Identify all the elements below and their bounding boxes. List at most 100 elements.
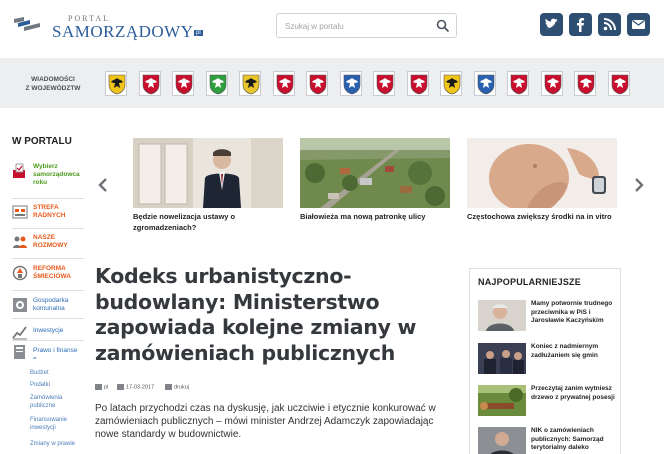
regions-label-line2: Z WOJEWÓDZTW: [25, 85, 81, 92]
popular-item[interactable]: NIK o zamówieniach publicznych: Samorząd…: [478, 427, 618, 454]
interview-icon: [13, 236, 27, 248]
region-crest-mazowieckie[interactable]: [306, 71, 328, 96]
region-crest-wielkopolskie[interactable]: [574, 71, 596, 96]
coat-of-arms-icon: [443, 74, 461, 95]
carousel-next-arrow-icon[interactable]: [634, 178, 644, 192]
article-title: Kodeks urbanistyczno-budowlany: Minister…: [95, 264, 417, 365]
sidebar-subitem-zamowienia[interactable]: Zamówienia publiczne: [30, 394, 86, 410]
region-crest-dolnoslaskie[interactable]: [105, 71, 127, 96]
coat-of-arms-icon: [510, 74, 528, 95]
sidebar-divider: [12, 318, 84, 319]
popular-item[interactable]: Przeczytaj zanim wytniesz drzewo z prywa…: [478, 385, 618, 421]
sidebar-item-label: Inwestycje: [33, 327, 64, 334]
search-box: [276, 13, 457, 38]
popular-item-text[interactable]: Przeczytaj zanim wytniesz drzewo z prywa…: [531, 385, 621, 402]
regions-label: WIADOMOŚCI Z WOJEWÓDZTW: [22, 75, 84, 93]
coat-of-arms-icon: [577, 74, 595, 95]
sidebar-subitem-zmiany[interactable]: Zmiany w prawie: [30, 440, 86, 448]
logo-brand-text: SAMORZĄDOWY: [52, 22, 194, 41]
popular-item-text[interactable]: Mamy potwornie trudnego przeciwnika w Pi…: [531, 300, 621, 326]
sidebar-subitem-podatki[interactable]: Podatki: [30, 381, 86, 389]
site-header: PORTAL SAMORZĄDOWY pl: [0, 0, 664, 52]
recycle-icon: [12, 265, 28, 281]
print-icon: [165, 384, 172, 390]
popular-thumb-speaker: [478, 427, 526, 454]
search-input[interactable]: [285, 19, 435, 33]
regions-label-line1: WIADOMOŚCI: [31, 76, 75, 83]
region-crest-malopolskie[interactable]: [273, 71, 295, 96]
council-icon: [12, 205, 28, 219]
popular-panel: NAJPOPULARNIEJSZE Mamy potwornie trudneg…: [469, 268, 621, 454]
site-logo[interactable]: PORTAL SAMORZĄDOWY pl: [12, 10, 203, 41]
popular-item-text[interactable]: Koniec z nadmiernym zadłużaniem się gmin: [531, 343, 621, 360]
card-photo-pregnancy: [467, 138, 617, 208]
meta-lang-text: pl: [104, 384, 109, 391]
coat-of-arms-icon: [544, 74, 562, 95]
twitter-button[interactable]: [540, 13, 563, 36]
search-icon[interactable]: [436, 19, 450, 33]
region-crest-lubuskie[interactable]: [206, 71, 228, 96]
sidebar-item-label: STREFA RADNYCH: [33, 204, 66, 219]
sidebar-item-samorzadowiec[interactable]: Wybierz samorządowca roku: [12, 163, 87, 195]
card-caption[interactable]: Będzie nowelizacja ustawy o zgromadzenia…: [133, 212, 283, 233]
region-crest-lodzkie[interactable]: [239, 71, 261, 96]
sidebar-subitem-finansowanie[interactable]: Finansowanie inwestycji: [30, 416, 86, 432]
sidebar-item-label: NASZE ROZMOWY: [33, 234, 68, 249]
sidebar-item-strefa-radnych[interactable]: STREFA RADNYCH: [12, 204, 87, 236]
region-crest-kujawsko-pomorskie[interactable]: [139, 71, 161, 96]
article-print-link[interactable]: drukuj: [165, 384, 189, 394]
coat-of-arms-icon: [309, 74, 327, 95]
coat-of-arms-icon: [343, 74, 361, 95]
email-icon: [632, 20, 645, 29]
coat-of-arms-icon: [142, 74, 160, 95]
sidebar-subitem-budzet[interactable]: Budżet: [30, 369, 86, 377]
popular-item[interactable]: Koniec z nadmiernym zadłużaniem się gmin: [478, 343, 618, 379]
chart-up-icon: [12, 326, 27, 340]
sidebar-item-nasze-rozmowy[interactable]: NASZE ROZMOWY: [12, 234, 87, 266]
sidebar-item-label: Gospodarka komunalna: [33, 297, 69, 312]
sidebar-item-label: Wybierz samorządowca roku: [33, 163, 80, 186]
region-crest-opolskie[interactable]: [340, 71, 362, 96]
card-photo-president: [133, 138, 283, 208]
twitter-icon: [545, 18, 558, 29]
sidebar-divider: [12, 228, 84, 229]
region-crest-podkarpackie[interactable]: [373, 71, 395, 96]
expand-marker: =: [33, 356, 37, 362]
region-crest-podlaskie[interactable]: [407, 71, 429, 96]
coat-of-arms-icon: [611, 74, 629, 95]
popular-item-text[interactable]: NIK o zamówieniach publicznych: Samorząd…: [531, 427, 621, 453]
facebook-icon: [577, 18, 585, 32]
meta-print-text[interactable]: drukuj: [174, 384, 189, 390]
ballot-icon: [13, 163, 25, 178]
meta-date-text: 17-03-2017: [126, 384, 155, 391]
region-crest-lubelskie[interactable]: [172, 71, 194, 96]
card-photo-village: [300, 138, 450, 208]
region-crest-zachodniopomorskie[interactable]: [608, 71, 630, 96]
calendar-icon: [117, 384, 124, 390]
popular-thumb-meeting: [478, 343, 526, 374]
card-caption[interactable]: Częstochowa zwiększy środki na in vitro: [467, 212, 617, 223]
coat-of-arms-icon: [276, 74, 294, 95]
coat-of-arms-icon: [209, 74, 227, 95]
popular-item[interactable]: Mamy potwornie trudnego przeciwnika w Pi…: [478, 300, 618, 336]
sidebar-item-reforma-smieciowa[interactable]: REFORMA ŚMIECIOWA: [12, 265, 87, 297]
article-meta-lang: pl: [95, 384, 108, 394]
region-crest-slaskie[interactable]: [474, 71, 496, 96]
region-crest-swietokrzyskie[interactable]: [507, 71, 529, 96]
facebook-button[interactable]: [569, 13, 592, 36]
coat-of-arms-icon: [242, 74, 260, 95]
sidebar-divider: [12, 198, 84, 199]
article-meta-date: 17-03-2017: [117, 384, 154, 394]
law-book-icon: [14, 345, 25, 359]
sidebar-item-label: Prawo i finanse: [33, 347, 78, 354]
rss-button[interactable]: [598, 13, 621, 36]
logo-suffix: pl: [194, 30, 203, 36]
coat-of-arms-icon: [108, 74, 126, 95]
sidebar-title: W PORTALU: [12, 136, 72, 147]
region-crest-pomorskie[interactable]: [440, 71, 462, 96]
sidebar-item-label: REFORMA ŚMIECIOWA: [33, 265, 71, 280]
region-crest-warminsko-mazurskie[interactable]: [541, 71, 563, 96]
email-button[interactable]: [627, 13, 650, 36]
carousel-prev-arrow-icon[interactable]: [98, 178, 108, 192]
card-caption[interactable]: Białowieża ma nową patronkę ulicy: [300, 212, 450, 223]
